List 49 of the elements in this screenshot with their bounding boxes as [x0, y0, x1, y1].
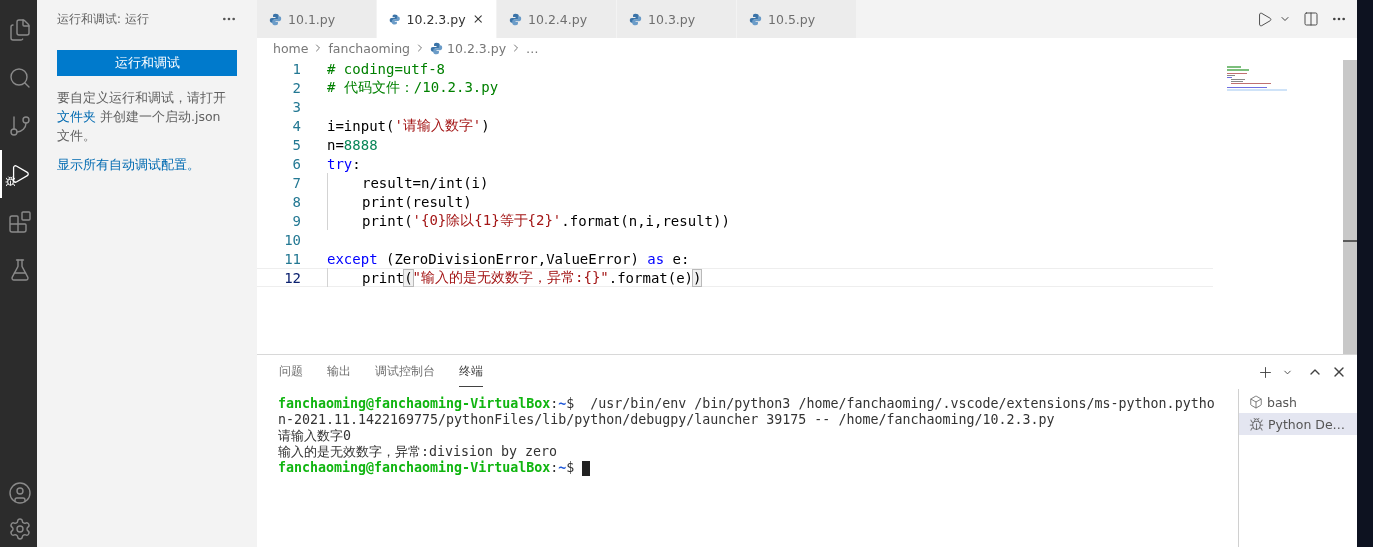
python-file-icon: [749, 12, 762, 26]
python-file-icon: [509, 12, 522, 26]
scrollbar[interactable]: [1343, 60, 1357, 354]
panel-tab[interactable]: 终端: [459, 357, 483, 387]
code-line: 11 except (ZeroDivisionError,ValueError) as e:: [283, 249, 691, 268]
terminal-line: 请输入数字0: [278, 428, 352, 444]
terminal-item[interactable]: bash: [1239, 391, 1357, 413]
sidebar-title: 运行和调试: 运行: [57, 11, 149, 27]
code-line: 12 print("输入的是无效数字，异常:{}".format(e)): [257, 268, 1213, 287]
breadcrumb-item[interactable]: 10.2.3.py: [447, 40, 507, 56]
code-line: 2 # 代码文件：/10.2.3.py: [291, 78, 500, 97]
code-line: 9 print('{0}除以{1}等于{2}'.format(n,i,result)): [291, 211, 731, 230]
run-debug-button[interactable]: 运行和调试: [57, 50, 237, 76]
run-icon[interactable]: [1256, 10, 1273, 28]
breadcrumb-item[interactable]: fanchaoming: [328, 40, 411, 56]
terminal-line: n-2021.11.1422169775/pythonFiles/lib/python/debugpy/launcher 39175 -- /home/fanchaoming/10.2.3.py: [278, 412, 1056, 428]
terminal-line: fanchaoming@fanchaoming-VirtualBox:~$ /usr/bin/env /bin/python3 /home/fanchaoming/.vscode/extensions/ms-python.pytho: [278, 396, 1216, 412]
show-configs-link[interactable]: 显示所有自动调试配置。: [57, 157, 237, 174]
breadcrumb-item[interactable]: …: [526, 40, 539, 56]
code-line: 7 result=n/int(i): [291, 173, 490, 192]
bug-icon: [1249, 416, 1264, 432]
panel-tab[interactable]: 问题: [279, 357, 303, 387]
code-line: 8 print(result): [291, 192, 473, 211]
editor-tab[interactable]: 10.5.py: [737, 0, 857, 38]
split-editor-icon[interactable]: [1303, 11, 1319, 27]
python-file-icon: [629, 12, 642, 26]
code-line: 3: [291, 97, 302, 116]
editor-tab[interactable]: 10.3.py: [617, 0, 737, 38]
panel-tab[interactable]: 调试控制台: [375, 357, 435, 387]
code-line: 10: [283, 230, 302, 249]
python-file-icon: [430, 41, 444, 55]
editor-tab[interactable]: 10.2.3.py: [377, 0, 497, 38]
terminal-cursor: [582, 460, 591, 476]
editor-tab[interactable]: 10.1.py: [257, 0, 377, 38]
code-line: 4 i=input('请输入数字'): [291, 116, 491, 135]
terminal-line: 输入的是无效数字，异常:division by zero: [278, 444, 559, 460]
panel-tab[interactable]: 输出: [327, 357, 351, 387]
cube-icon: [1249, 395, 1263, 409]
python-file-icon: [389, 12, 401, 26]
breadcrumb-item[interactable]: home: [273, 40, 309, 56]
description-text: 要自定义运行和调试，请打开 文件夹 并创建一个启动.json 文件。: [57, 89, 227, 145]
python-file-icon: [269, 12, 282, 26]
editor-tab[interactable]: 10.2.4.py: [497, 0, 617, 38]
terminal-item[interactable]: Python De…: [1239, 413, 1357, 435]
code-line: 5 n=8888: [291, 135, 379, 154]
folder-link[interactable]: 文件夹: [57, 109, 96, 124]
code-line: 6 try:: [291, 154, 362, 173]
terminal-line: fanchaoming@fanchaoming-VirtualBox:~$: [278, 460, 1238, 476]
code-line: 1 # coding=utf-8: [291, 59, 446, 78]
